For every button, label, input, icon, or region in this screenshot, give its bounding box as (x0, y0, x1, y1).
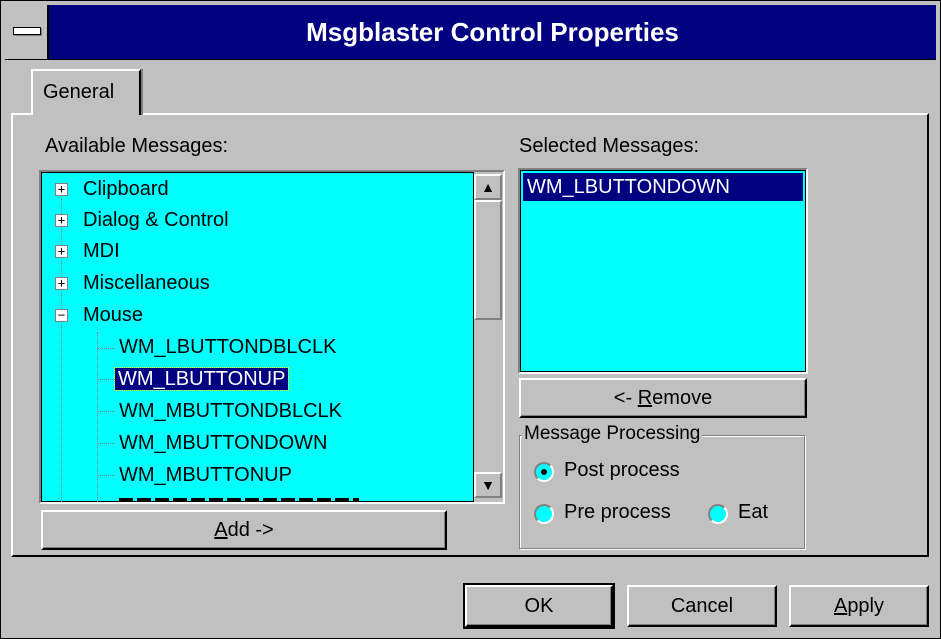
window-title: Msgblaster Control Properties (306, 17, 679, 47)
tree-connector (97, 348, 115, 349)
add-button-label: dd -> (227, 519, 274, 541)
tab-panel-general: Available Messages: + Clipboard + Dialog… (11, 113, 929, 557)
tree-item-wm-lbuttonup[interactable]: WM_LBUTTONUP (113, 364, 290, 394)
tree-item-label: WM_MBUTTONDOWN (119, 432, 328, 454)
radio-checked-dot (541, 469, 547, 475)
collapse-minus-icon[interactable]: − (55, 309, 68, 322)
add-button-accel: A (214, 519, 228, 541)
apply-button-label: pply (847, 595, 885, 617)
expand-plus-icon[interactable]: + (55, 214, 68, 227)
tree-mouse-line (97, 332, 98, 502)
tree-item-label: WM_MBUTTONUP (119, 464, 292, 486)
tree-item-label: Clipboard (83, 178, 169, 200)
tree-item-label: WM_LBUTTONDBLCLK (119, 336, 337, 358)
post-process-radio[interactable] (534, 462, 554, 482)
remove-button-label: emove (652, 387, 713, 409)
add-button[interactable]: Add -> (41, 510, 447, 550)
tree-vertical-scrollbar[interactable]: ▲ ▼ (473, 172, 503, 502)
apply-button-accel: A (833, 595, 848, 617)
message-processing-group: Message Processing Post process Pre proc… (519, 423, 805, 549)
system-menu-icon (13, 27, 41, 35)
tree-item-label: Dialog & Control (83, 209, 229, 231)
tree-item-clipboard[interactable]: + Clipboard (41, 174, 471, 204)
tree-item-miscellaneous[interactable]: + Miscellaneous (41, 268, 471, 298)
tree-connector (97, 443, 115, 444)
title-bar[interactable]: Msgblaster Control Properties (5, 5, 936, 60)
remove-button-accel: R (637, 387, 653, 409)
selected-list-item[interactable]: WM_LBUTTONDOWN (523, 173, 803, 201)
tree-item-mouse[interactable]: − Mouse (41, 300, 471, 330)
tree-item-label: MDI (83, 240, 120, 262)
tree-item-wm-mbuttondown[interactable]: WM_MBUTTONDOWN (119, 428, 328, 458)
tree-connector (97, 379, 115, 380)
tree-item-wm-mbuttondblclk[interactable]: WM_MBUTTONDBLCLK (119, 396, 342, 426)
available-messages-tree[interactable]: + Clipboard + Dialog & Control + MDI + M… (39, 170, 505, 504)
eat-radio[interactable] (708, 504, 728, 524)
tree-item-wm-lbuttondblclk[interactable]: WM_LBUTTONDBLCLK (119, 332, 336, 362)
scroll-up-arrow-icon[interactable]: ▲ (474, 174, 502, 200)
tree-item-wm-mbuttonup[interactable]: WM_MBUTTONUP (119, 460, 292, 490)
expand-plus-icon[interactable]: + (55, 245, 68, 258)
apply-button[interactable]: Apply (789, 585, 929, 627)
expand-plus-icon[interactable]: + (55, 183, 68, 196)
tree-item-label: WM_MBUTTONDBLCLK (119, 400, 342, 422)
scroll-thumb[interactable] (474, 200, 502, 320)
expand-plus-icon[interactable]: + (55, 277, 68, 290)
post-process-label[interactable]: Post process (564, 459, 680, 482)
tree-item-partial (119, 498, 359, 502)
tab-general-label: General (43, 81, 115, 103)
system-menu-button[interactable] (5, 5, 49, 59)
tree-item-label-selected: WM_LBUTTONUP (113, 367, 290, 391)
tab-general[interactable]: General (31, 69, 141, 115)
eat-label[interactable]: Eat (738, 501, 768, 524)
pre-process-radio[interactable] (534, 504, 554, 524)
selected-messages-label: Selected Messages: (519, 135, 700, 157)
tree-connector (97, 411, 115, 412)
remove-button-prefix: <- (613, 387, 638, 409)
available-messages-label: Available Messages: (45, 135, 229, 157)
cancel-button[interactable]: Cancel (627, 585, 777, 627)
pre-process-label[interactable]: Pre process (564, 501, 671, 524)
tree-item-label: Mouse (83, 304, 144, 326)
scroll-down-arrow-icon[interactable]: ▼ (474, 472, 502, 498)
tree-item-mdi[interactable]: + MDI (41, 236, 471, 266)
tree-connector (97, 475, 115, 476)
remove-button[interactable]: <- Remove (519, 378, 807, 418)
selected-messages-list[interactable]: WM_LBUTTONDOWN (518, 168, 808, 374)
tree-item-dialog-control[interactable]: + Dialog & Control (41, 205, 471, 235)
ok-button[interactable]: OK (463, 583, 615, 629)
tree-item-label: Miscellaneous (83, 272, 210, 294)
message-processing-title: Message Processing (522, 423, 703, 445)
dialog-body: General Available Messages: + Clipboard … (9, 61, 933, 633)
dialog-window: Msgblaster Control Properties General Av… (0, 0, 941, 639)
